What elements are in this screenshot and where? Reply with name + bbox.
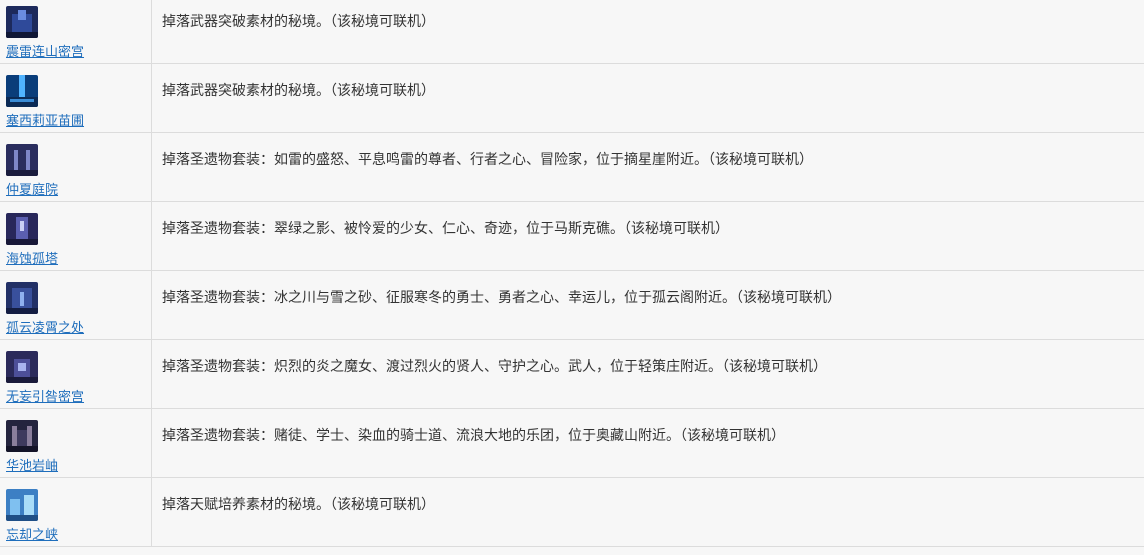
domain-description: 掉落武器突破素材的秘境。（该秘境可联机） [162, 14, 435, 30]
domain-link[interactable]: 孤云凌霄之处 [6, 317, 84, 336]
table-row: 震雷连山密宫 掉落武器突破素材的秘境。（该秘境可联机） [0, 0, 1144, 64]
domain-link[interactable]: 仲夏庭院 [6, 179, 58, 198]
table-row: 忘却之峡 掉落天赋培养素材的秘境。（该秘境可联机） [0, 477, 1144, 547]
description-cell: 掉落圣遗物套装：炽烈的炎之魔女、渡过烈火的贤人、守护之心。武人，位于轻策庄附近。… [151, 339, 1144, 409]
table-row: 华池岩岫 掉落圣遗物套装：赌徒、学士、染血的骑士道、流浪大地的乐团，位于奥藏山附… [0, 408, 1144, 478]
domain-description: 掉落天赋培养素材的秘境。（该秘境可联机） [162, 497, 435, 513]
domain-description: 掉落圣遗物套装：如雷的盛怒、平息鸣雷的尊者、行者之心、冒险家，位于摘星崖附近。（… [162, 152, 813, 168]
description-cell: 掉落武器突破素材的秘境。（该秘境可联机） [151, 63, 1144, 133]
description-cell: 掉落圣遗物套装：赌徒、学士、染血的骑士道、流浪大地的乐团，位于奥藏山附近。（该秘… [151, 408, 1144, 478]
description-cell: 掉落天赋培养素材的秘境。（该秘境可联机） [151, 477, 1144, 547]
domain-link[interactable]: 华池岩岫 [6, 455, 58, 474]
domain-link[interactable]: 震雷连山密宫 [6, 41, 84, 60]
domain-description: 掉落圣遗物套装：翠绿之影、被怜爱的少女、仁心、奇迹，位于马斯克礁。（该秘境可联机… [162, 221, 729, 237]
name-cell: 仲夏庭院 [0, 132, 152, 202]
name-cell: 无妄引咎密宫 [0, 339, 152, 409]
domain-thumbnail-icon[interactable] [6, 75, 38, 107]
description-cell: 掉落圣遗物套装：冰之川与雪之砂、征服寒冬的勇士、勇者之心、幸运儿，位于孤云阁附近… [151, 270, 1144, 340]
description-cell: 掉落圣遗物套装：翠绿之影、被怜爱的少女、仁心、奇迹，位于马斯克礁。（该秘境可联机… [151, 201, 1144, 271]
table-row: 海蚀孤塔 掉落圣遗物套装：翠绿之影、被怜爱的少女、仁心、奇迹，位于马斯克礁。（该… [0, 201, 1144, 271]
domain-link[interactable]: 忘却之峡 [6, 524, 58, 543]
domain-thumbnail-icon[interactable] [6, 213, 38, 245]
domain-thumbnail-icon[interactable] [6, 6, 38, 38]
domain-description: 掉落圣遗物套装：冰之川与雪之砂、征服寒冬的勇士、勇者之心、幸运儿，位于孤云阁附近… [162, 290, 841, 306]
description-cell: 掉落圣遗物套装：如雷的盛怒、平息鸣雷的尊者、行者之心、冒险家，位于摘星崖附近。（… [151, 132, 1144, 202]
name-cell: 忘却之峡 [0, 477, 152, 547]
domain-link[interactable]: 塞西莉亚苗圃 [6, 110, 84, 129]
name-cell: 塞西莉亚苗圃 [0, 63, 152, 133]
domain-link[interactable]: 无妄引咎密宫 [6, 386, 84, 405]
domain-thumbnail-icon[interactable] [6, 144, 38, 176]
domain-description: 掉落圣遗物套装：炽烈的炎之魔女、渡过烈火的贤人、守护之心。武人，位于轻策庄附近。… [162, 359, 827, 375]
table-row: 仲夏庭院 掉落圣遗物套装：如雷的盛怒、平息鸣雷的尊者、行者之心、冒险家，位于摘星… [0, 132, 1144, 202]
table-row: 塞西莉亚苗圃 掉落武器突破素材的秘境。（该秘境可联机） [0, 63, 1144, 133]
name-cell: 华池岩岫 [0, 408, 152, 478]
domain-table: 震雷连山密宫 掉落武器突破素材的秘境。（该秘境可联机） 塞西莉亚苗圃 掉落武器突… [0, 0, 1144, 547]
description-cell: 掉落武器突破素材的秘境。（该秘境可联机） [151, 0, 1144, 64]
domain-thumbnail-icon[interactable] [6, 351, 38, 383]
domain-link[interactable]: 海蚀孤塔 [6, 248, 58, 267]
domain-thumbnail-icon[interactable] [6, 489, 38, 521]
table-row: 孤云凌霄之处 掉落圣遗物套装：冰之川与雪之砂、征服寒冬的勇士、勇者之心、幸运儿，… [0, 270, 1144, 340]
domain-thumbnail-icon[interactable] [6, 420, 38, 452]
name-cell: 海蚀孤塔 [0, 201, 152, 271]
table-row: 无妄引咎密宫 掉落圣遗物套装：炽烈的炎之魔女、渡过烈火的贤人、守护之心。武人，位… [0, 339, 1144, 409]
domain-description: 掉落武器突破素材的秘境。（该秘境可联机） [162, 83, 435, 99]
domain-description: 掉落圣遗物套装：赌徒、学士、染血的骑士道、流浪大地的乐团，位于奥藏山附近。（该秘… [162, 428, 785, 444]
name-cell: 孤云凌霄之处 [0, 270, 152, 340]
domain-thumbnail-icon[interactable] [6, 282, 38, 314]
name-cell: 震雷连山密宫 [0, 0, 152, 64]
